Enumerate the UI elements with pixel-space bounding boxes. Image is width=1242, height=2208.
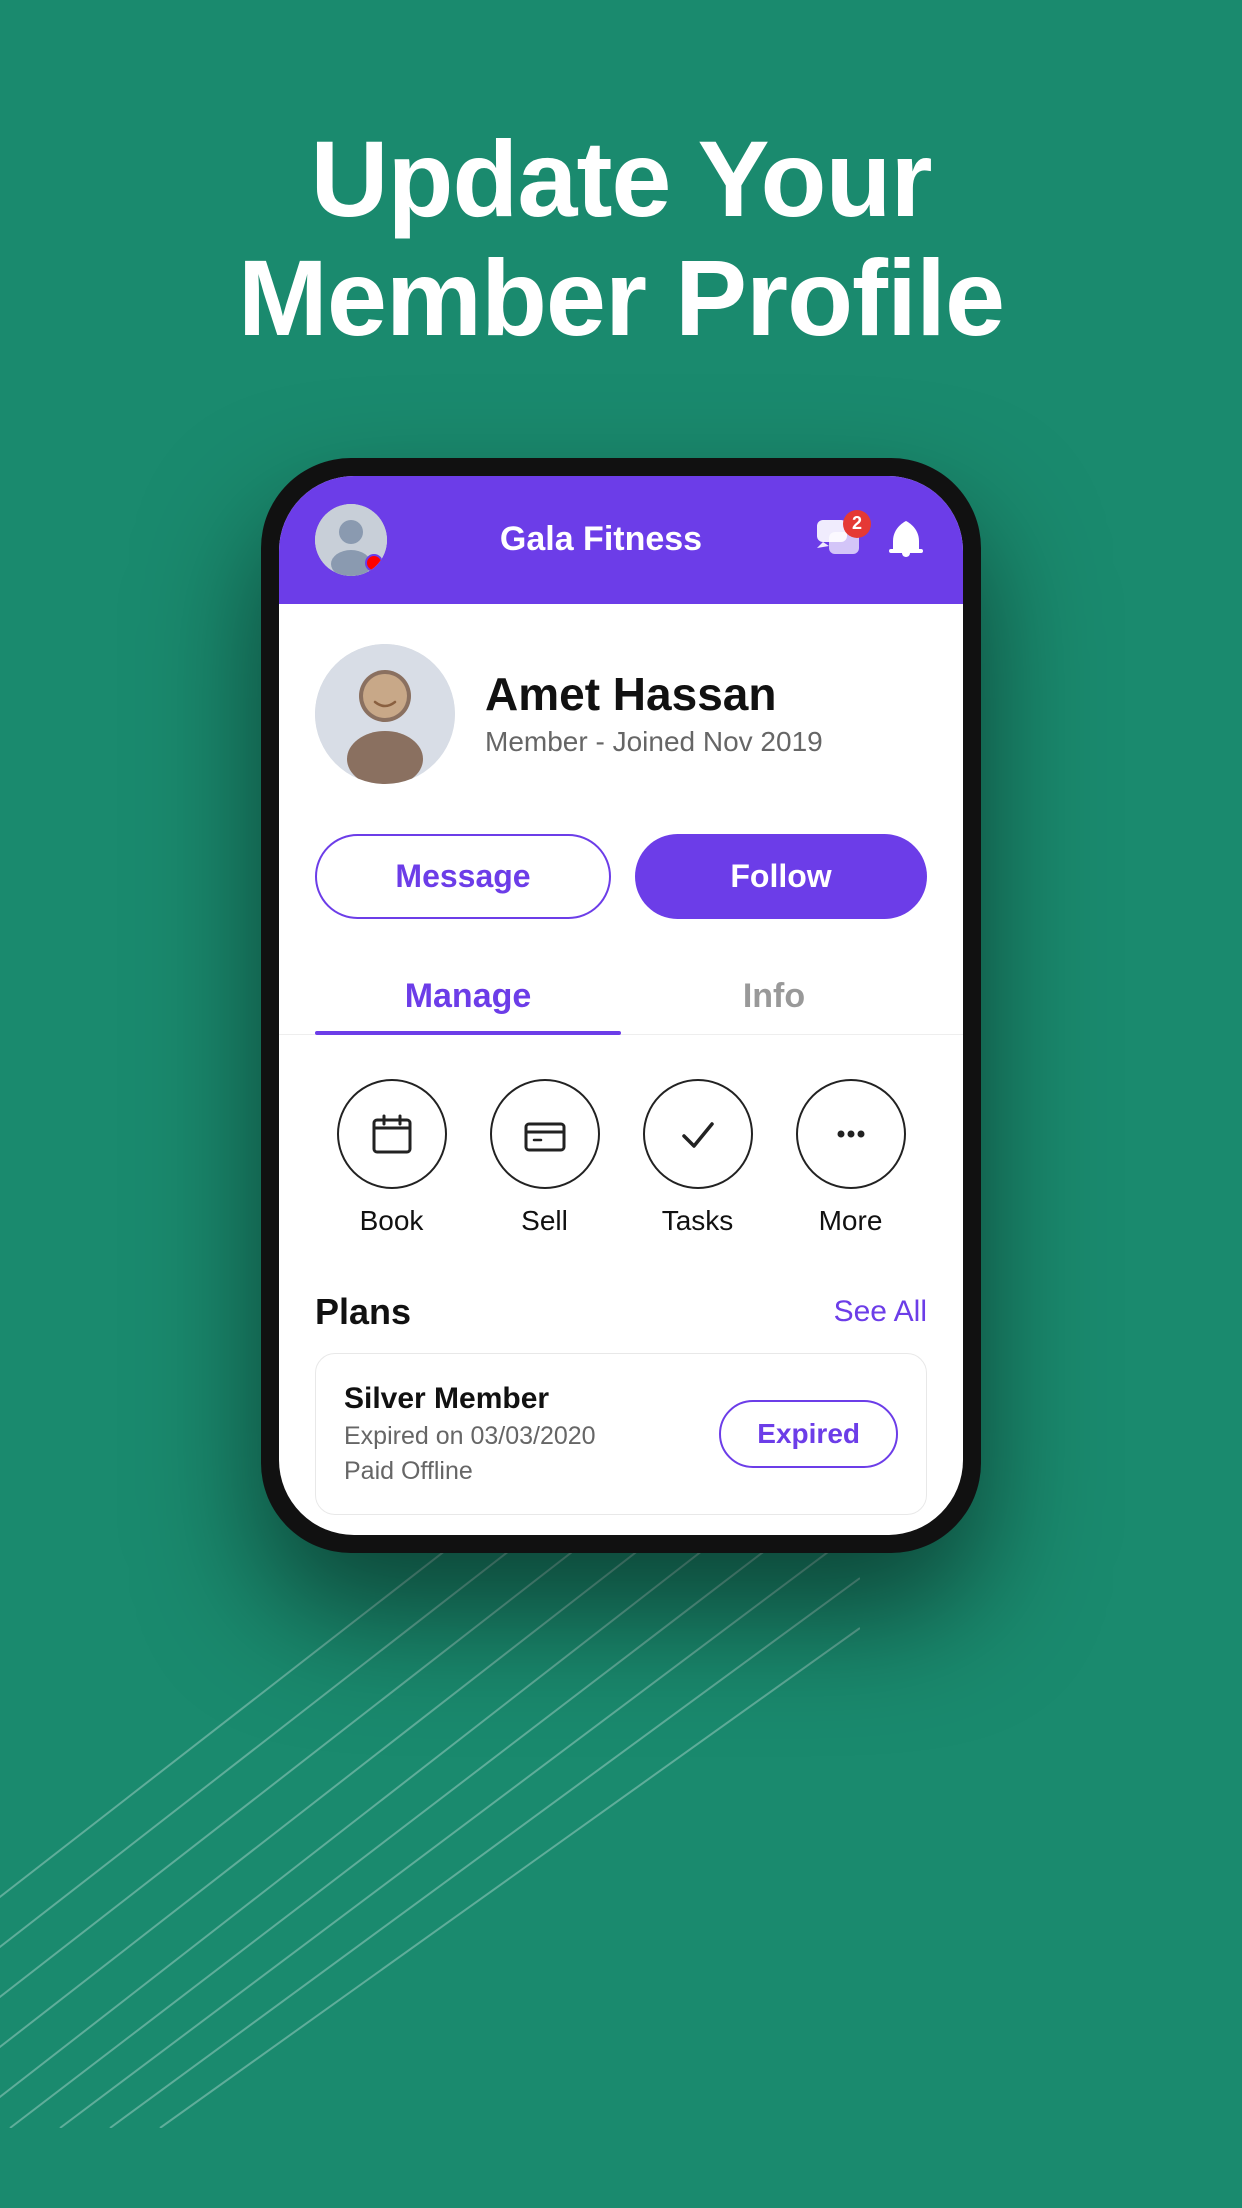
action-sell[interactable]: Sell [490,1079,600,1237]
tabs: Manage Info [279,955,963,1035]
header-icons: 2 [815,517,927,563]
header-avatar[interactable] [315,504,387,576]
chat-badge: 2 [843,510,871,538]
sell-icon-circle [490,1079,600,1189]
hero-title: Update Your Member Profile [238,120,1004,358]
tab-info[interactable]: Info [621,955,927,1034]
action-book[interactable]: Book [337,1079,447,1237]
action-tasks[interactable]: Tasks [643,1079,753,1237]
profile-subtitle: Member - Joined Nov 2019 [485,726,927,758]
quick-actions: Book Sell [279,1035,963,1261]
profile-info: Amet Hassan Member - Joined Nov 2019 [485,669,927,758]
bell-icon[interactable] [885,517,927,563]
phone-frame: Gala Fitness 2 [261,458,981,1553]
book-icon-circle [337,1079,447,1189]
phone-mockup: Gala Fitness 2 [261,458,981,1553]
chat-icon-wrap[interactable]: 2 [815,518,863,562]
profile-section: Amet Hassan Member - Joined Nov 2019 [279,604,963,814]
profile-avatar [315,644,455,784]
plans-section: Plans See All Silver Member Expired on 0… [279,1261,963,1535]
plan-name: Silver Member [344,1382,596,1416]
plan-details: Silver Member Expired on 03/03/2020 Paid… [344,1382,596,1486]
more-icon-circle [796,1079,906,1189]
follow-button[interactable]: Follow [635,834,927,919]
book-label: Book [360,1205,424,1237]
more-icon [827,1110,875,1158]
hero-section: Update Your Member Profile [158,120,1084,358]
plans-title: Plans [315,1291,411,1333]
sell-icon [521,1110,569,1158]
profile-name: Amet Hassan [485,669,927,720]
tasks-label: Tasks [662,1205,734,1237]
app-title: Gala Fitness [500,520,702,559]
more-label: More [819,1205,883,1237]
tab-manage[interactable]: Manage [315,955,621,1034]
avatar-red-dot [365,554,383,572]
action-more[interactable]: More [796,1079,906,1237]
plan-expiry: Expired on 03/03/2020 [344,1422,596,1451]
book-icon [368,1110,416,1158]
message-button[interactable]: Message [315,834,611,919]
sell-label: Sell [521,1205,568,1237]
tasks-icon-circle [643,1079,753,1189]
plan-payment: Paid Offline [344,1457,596,1486]
see-all-link[interactable]: See All [834,1295,927,1329]
action-buttons: Message Follow [279,814,963,955]
plan-status-button[interactable]: Expired [719,1400,898,1468]
phone-screen: Gala Fitness 2 [279,476,963,1535]
plans-header: Plans See All [315,1291,927,1333]
tasks-icon [674,1110,722,1158]
app-header: Gala Fitness 2 [279,476,963,604]
plan-card: Silver Member Expired on 03/03/2020 Paid… [315,1353,927,1515]
